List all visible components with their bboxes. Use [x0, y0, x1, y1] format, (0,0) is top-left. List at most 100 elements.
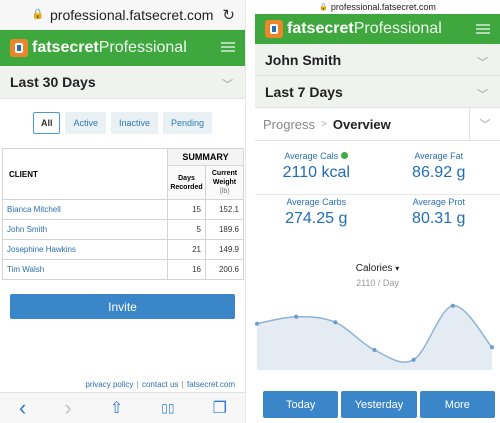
days-recorded: 5: [167, 219, 206, 240]
footer-separator: |: [136, 380, 139, 389]
contact-us-link[interactable]: contact us: [142, 380, 178, 389]
client-name-link[interactable]: Bianca Mitchell: [2, 199, 168, 220]
filter-all[interactable]: All: [32, 112, 61, 134]
stat-label: Average Carbs: [286, 197, 347, 207]
footer-separator: |: [181, 380, 184, 389]
back-icon[interactable]: ‹: [19, 395, 26, 421]
table-row[interactable]: John Smith 5 189.6: [2, 219, 244, 240]
stat-label: Average Fat: [414, 151, 464, 161]
privacy-policy-link[interactable]: privacy policy: [85, 380, 133, 389]
table-row[interactable]: Josephine Hawkins 21 149.9: [2, 239, 244, 260]
days-recorded: 21: [167, 239, 206, 260]
brand-name: fatsecret: [287, 20, 354, 37]
client-label: John Smith: [265, 51, 342, 68]
browser-toolbar: ‹ › ⇧ ▯▯ ❐: [0, 392, 245, 423]
left-screen: 🔒 professional.fatsecret.com ↻ fatsecret…: [0, 0, 246, 423]
calories-title: Calories: [355, 263, 393, 274]
client-filters: All Active Inactive Pending: [0, 112, 245, 134]
day-buttons: Today Yesterday More: [263, 391, 495, 418]
current-weight: 149.9: [205, 239, 244, 260]
stat-average-carbs: Average Carbs 274.25 g: [255, 195, 378, 241]
calories-point: [333, 320, 338, 325]
stat-average-cals: Average Cals 2110 kcal: [255, 149, 378, 195]
menu-icon[interactable]: [476, 24, 490, 34]
bookmarks-icon[interactable]: ▯▯: [161, 401, 174, 415]
address-bar[interactable]: 🔒 professional.fatsecret.com: [255, 0, 500, 14]
table-row[interactable]: Tim Walsh 16 200.6: [2, 259, 244, 280]
calories-point: [490, 345, 494, 350]
brand-suffix: Professional: [353, 20, 442, 37]
caret-down-icon: ▾: [395, 264, 400, 273]
client-name-link[interactable]: John Smith: [2, 219, 168, 240]
forward-icon[interactable]: ›: [64, 395, 71, 421]
breadcrumb-separator: >: [321, 118, 327, 130]
period-dropdown[interactable]: Last 30 Days ﹀: [0, 66, 245, 99]
filter-pending[interactable]: Pending: [163, 112, 213, 134]
weight-unit: (lb): [219, 188, 230, 195]
calories-point: [372, 348, 377, 352]
chevron-down-icon: ﹀: [222, 79, 233, 91]
brand-name: fatsecret: [32, 39, 99, 56]
more-button[interactable]: More: [419, 391, 495, 418]
lock-icon: 🔒: [31, 9, 45, 20]
stat-average-prot: Average Prot 80.31 g: [378, 195, 500, 241]
days-recorded: 16: [167, 259, 206, 280]
current-weight: 200.6: [205, 259, 244, 280]
current-weight: 152.1: [205, 199, 244, 220]
calories-point: [294, 314, 299, 319]
client-table: CLIENT SUMMARY Days Recorded Current Wei…: [2, 148, 244, 280]
table-row[interactable]: Bianca Mitchell 15 152.1: [2, 199, 244, 220]
brand-suffix: Professional: [98, 39, 187, 56]
stat-value: 86.92 g: [412, 164, 466, 181]
column-header-weight: Current Weight (lb): [205, 165, 244, 200]
weight-header-label: Current Weight: [211, 170, 238, 186]
filter-active[interactable]: Active: [65, 112, 106, 134]
screen-divider: [246, 0, 255, 423]
period-label: Last 30 Days: [10, 74, 96, 90]
stat-value: 80.31 g: [412, 210, 466, 227]
calories-point: [255, 321, 259, 326]
calories-subtitle: 2110 / Day: [356, 278, 399, 288]
chevron-down-icon: ﹀: [477, 89, 488, 101]
menu-icon[interactable]: [221, 42, 235, 52]
client-dropdown[interactable]: John Smith ﹀: [255, 44, 500, 76]
calories-point: [411, 357, 416, 362]
tabs-icon[interactable]: ❐: [213, 398, 227, 418]
url-text: professional.fatsecret.com: [50, 6, 214, 23]
period-dropdown[interactable]: Last 7 Days ﹀: [255, 76, 500, 108]
fatsecret-site-link[interactable]: fatsecret.com: [187, 380, 235, 389]
invite-button[interactable]: Invite: [10, 294, 235, 319]
calories-selector[interactable]: Calories ▾: [255, 263, 500, 274]
fatsecret-logo-icon: [265, 20, 283, 38]
address-bar[interactable]: 🔒 professional.fatsecret.com ↻: [0, 0, 245, 30]
section-menu-button[interactable]: ﹀: [469, 108, 500, 140]
lock-icon: 🔒: [319, 4, 328, 11]
stat-label: Average Cals: [284, 151, 339, 161]
days-recorded: 15: [167, 199, 206, 220]
reload-icon[interactable]: ↻: [222, 6, 235, 24]
column-header-client: CLIENT: [2, 148, 168, 200]
url-text: professional.fatsecret.com: [330, 2, 436, 12]
breadcrumb-progress[interactable]: Progress: [263, 117, 315, 132]
column-header-summary: SUMMARY: [167, 148, 244, 166]
filter-inactive[interactable]: Inactive: [110, 112, 159, 134]
client-name-link[interactable]: Tim Walsh: [2, 259, 168, 280]
column-header-days: Days Recorded: [167, 165, 206, 200]
today-button[interactable]: Today: [263, 391, 339, 418]
brand-header: fatsecret Professional: [255, 14, 500, 44]
calories-chart: [255, 303, 494, 370]
stat-value: 274.25 g: [285, 210, 348, 227]
share-icon[interactable]: ⇧: [110, 398, 123, 418]
chevron-down-icon: ﹀: [479, 119, 491, 131]
calories-area: [257, 305, 492, 370]
stat-average-fat: Average Fat 86.92 g: [377, 149, 500, 195]
chevron-down-icon: ﹀: [477, 57, 488, 69]
stats-grid: Average Cals 2110 kcal Average Fat 86.92…: [255, 149, 500, 241]
yesterday-button[interactable]: Yesterday: [341, 391, 417, 418]
client-name-link[interactable]: Josephine Hawkins: [2, 239, 168, 260]
status-dot-icon: [341, 152, 349, 159]
footer-links: privacy policy | contact us | fatsecret.…: [85, 380, 235, 389]
right-screen: 🔒 professional.fatsecret.com fatsecret Pr…: [255, 0, 500, 423]
current-weight: 189.6: [205, 219, 244, 240]
brand-header: fatsecret Professional: [0, 30, 245, 66]
